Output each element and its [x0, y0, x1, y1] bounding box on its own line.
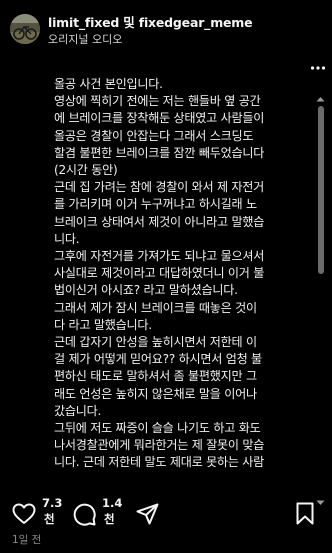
- scroll-up-arrow-icon[interactable]: [316, 96, 325, 102]
- post-caption: 올공 사건 본인입니다. 영상에 찍히기 전에는 저는 핸들바 옆 공간 에 브…: [54, 76, 310, 472]
- avatar[interactable]: [10, 14, 40, 44]
- like-count: 7.3: [42, 496, 63, 510]
- scrollbar-thumb[interactable]: [318, 106, 324, 274]
- caption-line: (2시간 동안): [54, 163, 118, 178]
- caption-line: 니다. 근데 저한테 말도 제대로 못하는 사람: [54, 455, 265, 470]
- comment-count-unit: 천: [104, 512, 115, 526]
- caption-line: 할겸 불편한 브레이크를 잠깐 빼두었습니다: [54, 145, 265, 160]
- more-icon[interactable]: [310, 64, 326, 72]
- scrollbar[interactable]: [315, 96, 326, 506]
- comment-bubble-icon[interactable]: [73, 503, 96, 526]
- post-timestamp: 1일 전: [12, 534, 42, 546]
- caption-line: 올공 사건 본인입니다.: [54, 77, 163, 91]
- account-name[interactable]: limit_fixed 및 fixedgear_meme: [48, 12, 253, 31]
- caption-line: 그후에 자전거를 가져가도 되냐고 물으셔서: [54, 249, 265, 264]
- audio-label[interactable]: 오리지널 오디오: [48, 31, 122, 47]
- caption-line: 브레이크 상태여서 제것이 아니라고 말했습: [54, 214, 265, 229]
- caption-line: 그래서 제가 잠시 브레이크를 때놓은 것이: [54, 300, 257, 315]
- caption-line: 니다.: [54, 231, 80, 246]
- bookmark-icon[interactable]: [296, 502, 314, 525]
- caption-line: 에 브레이크를 장착해둔 상태였고 사람들이: [54, 111, 265, 126]
- caption-line: 래도 언성은 높히지 않은채로 말을 이어나: [54, 386, 257, 401]
- send-icon[interactable]: [136, 503, 159, 525]
- caption-line: 그뒤에 저도 짜증이 슬슬 나기도 하고 화도: [54, 421, 261, 436]
- like-count-unit: 천: [44, 512, 55, 526]
- caption-line: 법이신거 아시죠? 라고 말하셨습니다.: [54, 283, 238, 298]
- heart-icon[interactable]: [12, 503, 36, 525]
- comment-count: 1.4: [102, 496, 123, 510]
- post-header: limit_fixed 및 fixedgear_meme 오리지널 오디오: [0, 0, 332, 56]
- caption-line: 편하신 태도로 말하셔서 좀 불편했지만 그: [54, 369, 257, 384]
- caption-line: 를 가리키며 이거 누구꺼냐고 하시길래 노: [54, 197, 257, 212]
- caption-line: 갔습니다.: [54, 403, 102, 418]
- caption-line: 근데 집 가려는 참에 경찰이 와서 제 자전거: [54, 180, 265, 195]
- caption-line: 영상에 찍히기 전에는 저는 핸들바 옆 공간: [54, 94, 261, 109]
- caption-line: 다 라고 말했습니다.: [54, 317, 152, 332]
- caption-line: 올공은 경찰이 안잡는다 그래서 스크딩도: [54, 128, 254, 143]
- caption-line: 사실대로 제것이라고 대답하였더니 이거 불: [54, 266, 265, 281]
- action-bar: 7.3 천 1.4 천: [0, 494, 332, 534]
- caption-line: 근데 갑자기 안성을 높히시면서 저한테 이: [54, 335, 257, 350]
- caption-line: 나서경찰관에게 뭐라한거는 제 잘못이 맞습: [54, 438, 265, 453]
- avatar-image: [10, 14, 40, 44]
- caption-line: 걸 제가 어떻게 믿어요?? 하시면서 엄청 불: [54, 352, 262, 367]
